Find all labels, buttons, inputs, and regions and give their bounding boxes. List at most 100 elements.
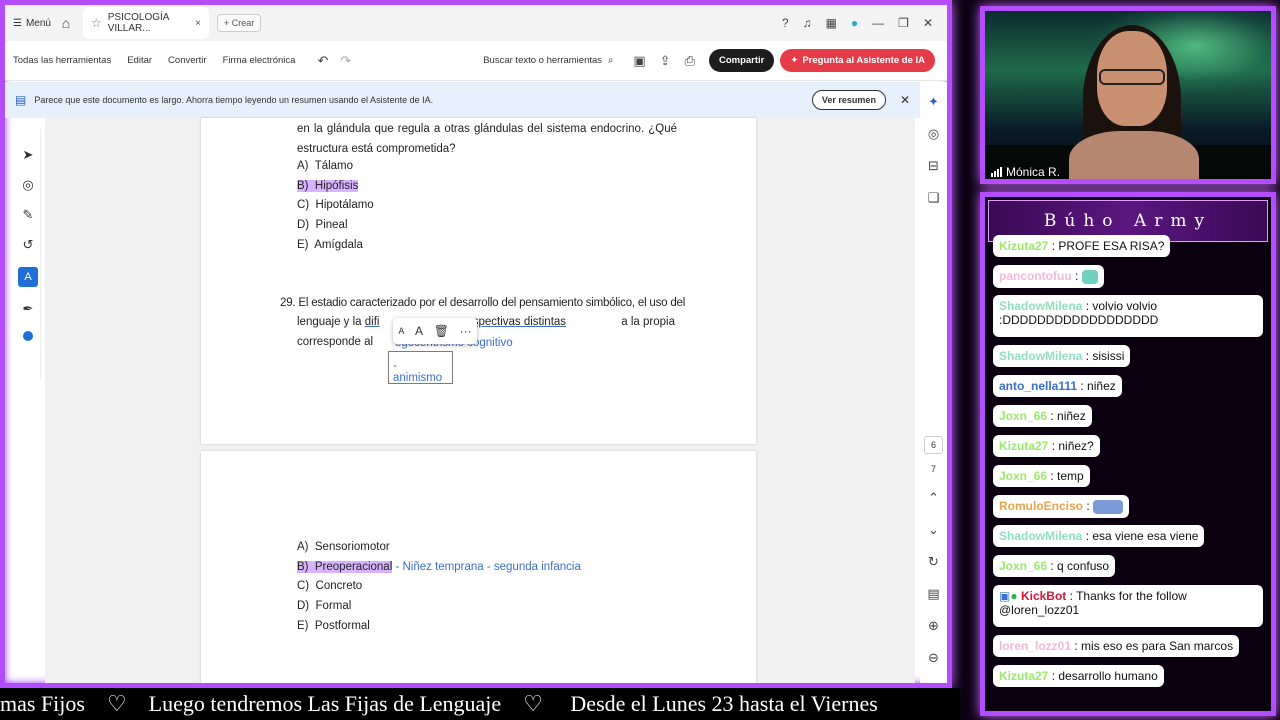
signal-icon [991, 167, 1002, 177]
bookmark-icon[interactable]: ⊟ [928, 158, 939, 174]
profile-icon[interactable]: ● [851, 16, 858, 30]
chat-message: ▣● KickBot : Thanks for the follow @loren… [993, 585, 1263, 627]
star-icon[interactable]: ☆ [91, 16, 102, 30]
next-page-number: 7 [930, 464, 936, 474]
search-placeholder: Buscar texto o herramientas [483, 55, 603, 66]
question-28-text: en la glándula que regula a otras glándu… [297, 123, 677, 155]
trash-icon[interactable]: 🗑 [434, 324, 449, 338]
pdf-page-7: A) Sensoriomotor B) Preoperacional - Niñ… [201, 451, 756, 683]
pdf-page-6: en la glándula que regula a otras glándu… [201, 118, 756, 444]
redo-icon[interactable]: ↷ [340, 53, 351, 69]
esign-menu[interactable]: Firma electrónica [223, 55, 296, 66]
view-summary-button[interactable]: Ver resumen [811, 90, 886, 110]
zoom-out-icon[interactable]: ⊖ [928, 650, 939, 666]
verified-icon: ● [1010, 589, 1018, 603]
edit-menu[interactable]: Editar [127, 55, 152, 66]
help-icon[interactable]: ? [782, 16, 789, 30]
chat-message: Kizuta27 : niñez? [993, 435, 1100, 457]
chat-message: RomuloEnciso : [993, 495, 1130, 518]
q28-option-c: C) Hipotálamo [297, 199, 374, 211]
upload-icon[interactable]: ⇪ [660, 53, 671, 69]
chat-message: Joxn_66 : q confuso [993, 555, 1116, 577]
maximize-icon[interactable]: ❐ [898, 16, 909, 30]
current-page[interactable]: 6 [923, 436, 943, 454]
share-button[interactable]: Compartir [708, 49, 775, 72]
scroll-down-icon[interactable]: ⌄ [928, 522, 939, 538]
ai-assistant-label: Pregunta al Asistente de IA [802, 55, 925, 66]
search-icon: ⌕ [608, 55, 614, 66]
cursor-icon[interactable]: ➤ [23, 147, 34, 163]
refresh-icon[interactable]: ↻ [928, 554, 939, 570]
color-picker[interactable] [23, 331, 33, 341]
browser-tab-bar: ☰ Menú ⌂ ☆ PSICOLOGÍA VILLAR... × + Crea… [5, 5, 947, 41]
menu-label: Menú [25, 17, 51, 29]
pen-icon[interactable]: ✎ [23, 207, 34, 223]
page-indicator: 6 7 [923, 436, 943, 474]
zoom-in-icon[interactable]: ⊕ [928, 618, 939, 634]
ai-assistant-button[interactable]: ✦ Pregunta al Asistente de IA [780, 49, 935, 72]
print-icon[interactable]: ⎙ [685, 53, 695, 69]
undo-icon[interactable]: ↶ [317, 53, 328, 69]
stamp-icon[interactable]: ✒ [23, 301, 34, 317]
close-notice-icon[interactable]: ✕ [900, 93, 910, 107]
question-29-line2: lenguaje y la difi ar perspectivas disti… [297, 316, 675, 328]
annotation-textbox[interactable]: - animismo [388, 351, 453, 384]
notice-text: Parece que este documento es largo. Ahor… [34, 95, 434, 105]
camera-name-tag: Mónica R. [991, 165, 1060, 179]
glasses [1099, 69, 1165, 85]
close-window-icon[interactable]: ✕ [923, 16, 933, 30]
more-options-icon[interactable]: ··· [460, 324, 472, 338]
streamer-body [1069, 131, 1199, 179]
decrease-font-icon[interactable]: A [398, 326, 404, 336]
comments-icon[interactable]: ◎ [928, 126, 939, 142]
save-icon[interactable]: ▣ [633, 53, 645, 69]
webcam-feed: Mónica R. [980, 6, 1276, 184]
increase-font-icon[interactable]: A [415, 324, 423, 338]
tab-title: PSICOLOGÍA VILLAR... [107, 12, 169, 34]
apps-icon[interactable]: ▦ [826, 16, 837, 30]
chat-message: Kizuta27 : desarrollo humano [993, 665, 1164, 687]
emote-icon [1081, 269, 1098, 284]
home-icon[interactable]: ⌂ [53, 15, 79, 31]
q28-option-e: E) Amígdala [297, 239, 363, 251]
chat-message: anto_nella111 : niñez [993, 375, 1122, 397]
streamer-name: Mónica R. [1006, 165, 1061, 179]
acrobat-toolbar: Todas las herramientas Editar Convertir … [5, 41, 947, 81]
all-tools-menu[interactable]: Todas las herramientas [13, 55, 111, 66]
q28-option-d: D) Pineal [297, 219, 348, 231]
menu-button[interactable]: ☰ Menú [5, 18, 53, 29]
stream-layout: ☰ Menú ⌂ ☆ PSICOLOGÍA VILLAR... × + Crea… [0, 0, 1280, 720]
q28-option-b-highlighted: B) Hipófisis [297, 180, 359, 192]
scroll-up-icon[interactable]: ⌃ [928, 490, 939, 506]
chat-message: Joxn_66 : temp [993, 465, 1090, 487]
screen-share: ☰ Menú ⌂ ☆ PSICOLOGÍA VILLAR... × + Crea… [0, 0, 952, 688]
page-view-icon[interactable]: ▤ [927, 586, 939, 602]
ai-notice-icon: ▤ [15, 93, 27, 107]
left-tool-rail: ➤ ◎ ✎ ↺ A ✒ [16, 129, 41, 379]
question-29-line1: 29. El estadio caracterizado por el desa… [280, 297, 686, 309]
lasso-icon[interactable]: ↺ [23, 237, 34, 253]
bell-icon[interactable]: ♫ [803, 16, 812, 30]
chat-panel: Búho Army Kizuta27 : PROFE ESA RISA? pan… [980, 192, 1276, 716]
document-tab[interactable]: ☆ PSICOLOGÍA VILLAR... × [83, 7, 209, 39]
bot-badge-icon: ▣ [999, 589, 1011, 603]
ai-panel-icon[interactable]: ✦ [928, 94, 939, 110]
search-tools[interactable]: Buscar texto o herramientas ⌕ [483, 55, 613, 66]
close-tab-icon[interactable]: × [195, 18, 201, 29]
q29-option-b-row: B) Preoperacional - Niñez temprana - seg… [297, 561, 581, 573]
document-viewport[interactable]: en la glándula que regula a otras glándu… [45, 118, 915, 683]
q28-option-a: A) Tálamo [297, 160, 354, 172]
comment-icon[interactable]: ◎ [22, 177, 33, 193]
minimize-icon[interactable]: — [872, 16, 884, 30]
text-tool-icon[interactable]: A [18, 267, 38, 287]
convert-menu[interactable]: Convertir [168, 55, 207, 66]
chat-message: Joxn_66 : niñez [993, 405, 1092, 427]
ai-icon: ✦ [790, 55, 799, 66]
text-format-toolbar: A A 🗑 ··· [393, 318, 477, 344]
chat-message: ShadowMilena : sisissi [993, 345, 1131, 367]
annotation-ninez-temprana[interactable]: - Niñez temprana - segunda infancia [395, 561, 580, 573]
q29-option-c: C) Concreto [297, 580, 363, 592]
hamburger-icon: ☰ [13, 17, 22, 29]
new-tab-button[interactable]: + Crear [217, 14, 262, 32]
pages-icon[interactable]: ❏ [928, 190, 940, 206]
